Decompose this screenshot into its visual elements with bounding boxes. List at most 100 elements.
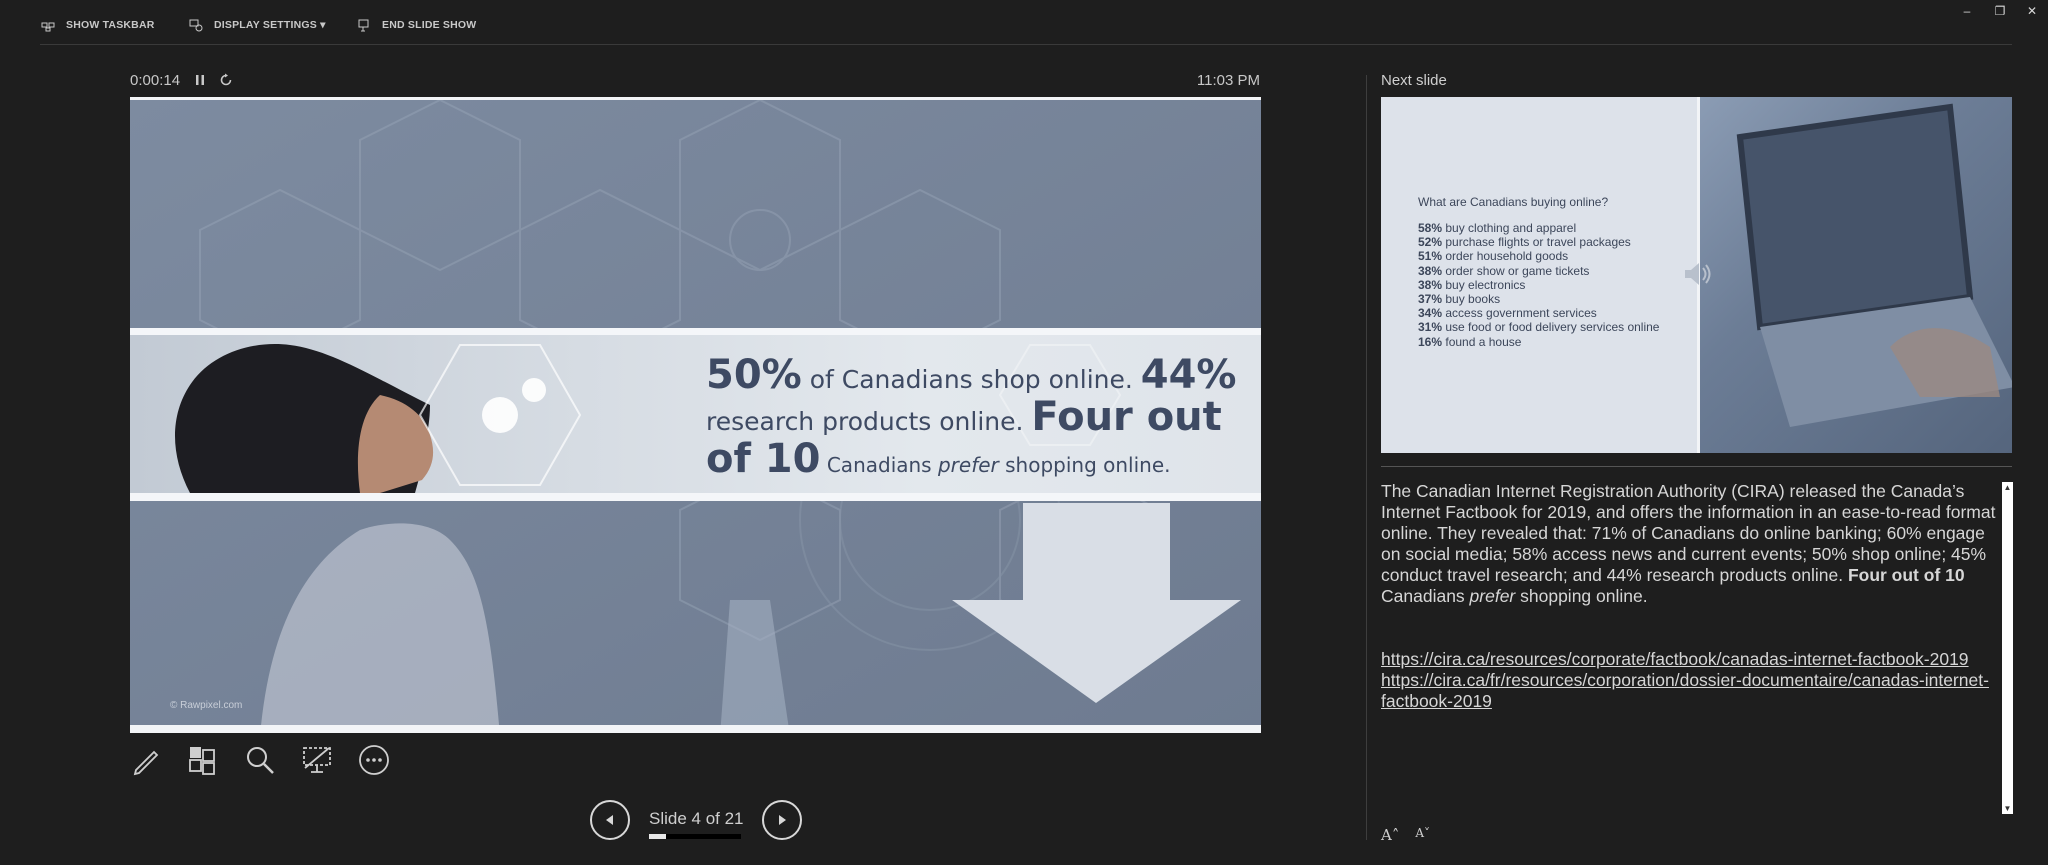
notes-text-2: Canadians [1381, 586, 1470, 606]
slide-headline: 50% of Canadians shop online. 44% resear… [706, 354, 1246, 480]
headline-text-2: research products online. [706, 407, 1032, 436]
stat-percent: 16% [1418, 334, 1443, 349]
stat-percent: 34% [1418, 306, 1443, 321]
notes-link-french[interactable]: https://cira.ca/fr/resources/corporation… [1381, 670, 1996, 712]
panel-separator [1366, 75, 1367, 840]
headline-of-10: of 10 [706, 436, 821, 482]
stat-text: buy clothing and apparel [1442, 221, 1577, 235]
next-slide-question: What are Canadians buying online? [1418, 195, 1609, 209]
headline-stat-44: 44% [1140, 352, 1237, 398]
notes-link-english[interactable]: https://cira.ca/resources/corporate/fact… [1381, 649, 1996, 670]
speaker-icon[interactable] [1681, 257, 1715, 291]
display-settings-button[interactable]: DISPLAY SETTINGS ▾ [188, 14, 326, 36]
slide-progress-fill [649, 834, 667, 839]
slide-navigation: Slide 4 of 21 [590, 800, 810, 844]
stat-percent: 38% [1418, 263, 1443, 278]
presenter-tools [130, 742, 390, 778]
increase-font-button[interactable]: A˄ [1381, 826, 1399, 844]
notes-italic: prefer [1469, 586, 1516, 606]
more-icon [359, 745, 389, 775]
stat-percent: 37% [1418, 292, 1443, 307]
restore-button[interactable]: ❐ [1990, 2, 2010, 20]
restore-icon: ❐ [1994, 4, 2006, 18]
restart-timer-icon[interactable] [218, 72, 234, 88]
end-show-icon [358, 19, 369, 32]
stat-item: 38% buy electronics [1418, 278, 1659, 292]
stat-text: found a house [1442, 334, 1522, 349]
headline-text-3b: shopping online. [998, 453, 1171, 477]
next-slide-title: Next slide [1381, 72, 1447, 89]
stat-item: 38% order show or game tickets [1418, 264, 1659, 278]
slide-progress-bar [649, 834, 741, 839]
end-slide-show-label: END SLIDE SHOW [382, 19, 477, 31]
notes-font-size-controls: A˄ A˅ [1381, 826, 1430, 844]
next-slide-button[interactable] [762, 800, 802, 840]
taskbar-icon [41, 22, 55, 32]
next-slide-stats: 58% buy clothing and apparel 52% purchase… [1418, 221, 1659, 349]
headline-text-3a: Canadians [820, 453, 938, 477]
headline-text-1: of Canadians shop online. [801, 365, 1141, 394]
stat-item: 51% order household goods [1418, 249, 1659, 263]
stat-percent: 38% [1418, 277, 1443, 292]
stat-item: 58% buy clothing and apparel [1418, 221, 1659, 235]
stat-text: buy electronics [1442, 277, 1526, 292]
timer-row: 0:00:14 11:03 PM [130, 70, 1260, 90]
close-button[interactable]: ✕ [2022, 2, 2042, 20]
stat-text: buy books [1442, 292, 1501, 307]
stat-text: access government services [1442, 306, 1597, 321]
next-arrow-icon [779, 815, 786, 825]
stat-percent: 58% [1418, 221, 1443, 235]
close-icon: ✕ [2026, 4, 2038, 18]
clock-time: 11:03 PM [1196, 72, 1260, 89]
stat-item: 52% purchase flights or travel packages [1418, 235, 1659, 249]
more-options-button[interactable] [358, 744, 390, 776]
toolbar-divider [40, 44, 2012, 45]
display-settings-icon [189, 19, 203, 32]
black-screen-button[interactable] [301, 744, 333, 776]
show-taskbar-label: SHOW TASKBAR [66, 19, 155, 31]
next-slide-preview[interactable]: What are Canadians buying online? 58% bu… [1381, 97, 2012, 453]
pen-icon [133, 750, 159, 776]
stat-item: 37% buy books [1418, 292, 1659, 306]
stat-text: use food or food delivery services onlin… [1442, 320, 1660, 335]
laptop-graphic [1736, 103, 2012, 427]
black-screen-icon [303, 747, 331, 773]
show-taskbar-button[interactable]: SHOW TASKBAR [40, 14, 155, 36]
minimize-icon: – [1963, 4, 1971, 18]
grid-slides-icon [189, 747, 215, 775]
notes-scrollbar[interactable]: ▲ ▼ [2002, 482, 2013, 814]
pen-tool-button[interactable] [130, 744, 162, 776]
presenter-toolbar: SHOW TASKBAR DISPLAY SETTINGS ▾ END SLID… [0, 0, 2048, 45]
pause-icon[interactable] [192, 72, 208, 88]
headline-four-out: Four out [1031, 394, 1222, 440]
speaker-notes[interactable]: The Canadian Internet Registration Autho… [1381, 481, 1996, 712]
image-credit: © Rawpixel.com [170, 700, 243, 711]
notes-text-3: shopping online. [1515, 586, 1648, 606]
notes-bold: Four out of 10 [1847, 565, 1965, 585]
stat-item: 34% access government services [1418, 306, 1659, 320]
slide-counter[interactable]: Slide 4 of 21 [649, 809, 744, 829]
decrease-font-button[interactable]: A˅ [1415, 826, 1430, 844]
stat-text: order show or game tickets [1442, 263, 1590, 278]
laptop-photo [1697, 97, 2012, 453]
previous-arrow-icon [606, 815, 613, 825]
end-slide-show-button[interactable]: END SLIDE SHOW [356, 14, 476, 36]
stat-percent: 51% [1418, 249, 1443, 264]
stat-item: 16% found a house [1418, 335, 1659, 349]
stat-percent: 52% [1418, 235, 1443, 250]
magnifier-icon [247, 747, 274, 774]
display-settings-label: DISPLAY SETTINGS ▾ [214, 19, 326, 31]
stat-percent: 31% [1418, 320, 1443, 335]
scroll-down-arrow-icon[interactable]: ▼ [2002, 803, 2013, 814]
minimize-button[interactable]: – [1957, 2, 1977, 20]
elapsed-time: 0:00:14 [130, 72, 181, 89]
notes-separator [1381, 466, 2012, 467]
previous-slide-button[interactable] [590, 800, 630, 840]
stat-item: 31% use food or food delivery services o… [1418, 320, 1659, 334]
scroll-up-arrow-icon[interactable]: ▲ [2002, 482, 2013, 493]
current-slide[interactable]: 50% of Canadians shop online. 44% resear… [130, 97, 1261, 733]
zoom-button[interactable] [244, 744, 276, 776]
headline-prefer: prefer [937, 453, 999, 477]
see-all-slides-button[interactable] [187, 744, 219, 776]
headline-stat-50: 50% [706, 352, 802, 398]
